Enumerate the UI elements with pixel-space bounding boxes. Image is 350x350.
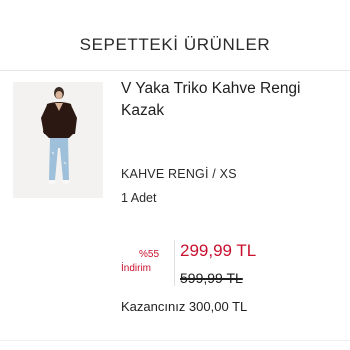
price-separator: [174, 240, 175, 286]
product-quantity: 1 Adet: [121, 191, 157, 205]
original-price: 599,99 TL: [180, 270, 243, 286]
divider: [0, 340, 350, 341]
product-image[interactable]: [13, 82, 103, 198]
cart-items-panel: SEPETTEKİ ÜRÜNLER V Yaka Triko Kahve Ren…: [0, 0, 350, 350]
product-name[interactable]: V Yaka Triko Kahve Rengi Kazak: [121, 78, 339, 122]
product-photo-icon: [13, 82, 103, 198]
product-variant: KAHVE RENGİ / XS: [121, 167, 237, 181]
discount-label: İndirim: [121, 263, 152, 274]
discount-percent: %55: [139, 249, 160, 260]
section-title: SEPETTEKİ ÜRÜNLER: [79, 35, 271, 54]
current-price: 299,99 TL: [180, 241, 257, 260]
savings-text: Kazancınız 300,00 TL: [121, 299, 248, 314]
divider: [0, 70, 350, 71]
